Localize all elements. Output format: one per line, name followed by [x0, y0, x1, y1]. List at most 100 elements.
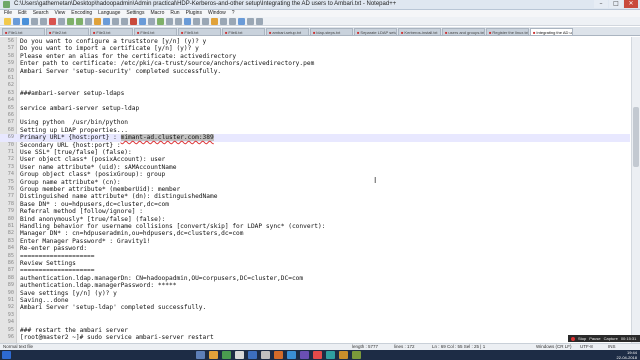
- editor-line[interactable]: 94: [0, 319, 630, 326]
- menu-item[interactable]: Encoding: [71, 10, 92, 17]
- editor-line[interactable]: 75 Group name attribute* (cn):: [0, 179, 630, 186]
- editor-line[interactable]: 63 ###ambari-server setup-ldaps: [0, 90, 630, 97]
- editor-line[interactable]: 80 Bind anonymously* [true/false] (false)…: [0, 216, 630, 223]
- toolbar-button[interactable]: [220, 18, 227, 25]
- file-tab[interactable]: ■Integrating the AD users to Ambari.txt: [530, 28, 573, 35]
- menu-item[interactable]: Run: [170, 10, 179, 17]
- file-tab[interactable]: ■Kerberos-install.txt: [398, 28, 441, 35]
- app-icon[interactable]: [261, 351, 270, 359]
- editor-line[interactable]: 71 Use SSL* [true/false] (false):: [0, 149, 630, 156]
- toolbar-button[interactable]: [121, 18, 128, 25]
- toolbar-button[interactable]: [148, 18, 155, 25]
- toolbar-button[interactable]: [166, 18, 173, 25]
- toolbar-button[interactable]: [103, 18, 110, 25]
- editor-line[interactable]: 95 ### restart the ambari server: [0, 327, 630, 334]
- menu-item[interactable]: Settings: [126, 10, 144, 17]
- toolbar-button[interactable]: [202, 18, 209, 25]
- toolbar-button[interactable]: [256, 18, 263, 25]
- toolbar-button[interactable]: [193, 18, 200, 25]
- menu-item[interactable]: Search: [33, 10, 49, 17]
- file-tab[interactable]: ■File4.txt: [134, 28, 177, 35]
- app-icon[interactable]: [235, 351, 244, 359]
- toolbar-button[interactable]: [58, 18, 65, 25]
- toolbar-button[interactable]: [67, 18, 74, 25]
- close-button[interactable]: ✕: [624, 0, 638, 8]
- editor-line[interactable]: 57 Do you want to import a certificate [y…: [0, 45, 630, 52]
- file-tab[interactable]: ■File5.txt: [178, 28, 221, 35]
- editor-line[interactable]: 88 authentication.ldap.managerDn: CN=hado…: [0, 275, 630, 282]
- app-icon[interactable]: [300, 351, 309, 359]
- editor-line[interactable]: 82 Manager DN* : cn=hdpuseradmin,ou=hdpus…: [0, 230, 630, 237]
- toolbar-button[interactable]: [238, 18, 245, 25]
- file-tab[interactable]: ■File3.txt: [90, 28, 133, 35]
- toolbar-button[interactable]: [94, 18, 101, 25]
- editor-line[interactable]: 89 authentication.ldap.managerPassword: *…: [0, 282, 630, 289]
- pause-button[interactable]: Pause: [589, 335, 600, 342]
- app-icon[interactable]: [313, 351, 322, 359]
- editor-line[interactable]: 66: [0, 112, 630, 119]
- maximize-button[interactable]: □: [609, 0, 623, 8]
- menu-item[interactable]: Edit: [18, 10, 27, 17]
- app-icon[interactable]: [326, 351, 335, 359]
- menu-item[interactable]: Language: [98, 10, 120, 17]
- app-icon[interactable]: [274, 351, 283, 359]
- menu-item[interactable]: Window: [208, 10, 226, 17]
- editor-line[interactable]: 65 service ambari-server setup-ldap: [0, 105, 630, 112]
- editor-line[interactable]: 86 Review Settings: [0, 260, 630, 267]
- toolbar-button[interactable]: [22, 18, 29, 25]
- toolbar-button[interactable]: [211, 18, 218, 25]
- menu-item[interactable]: Plugins: [186, 10, 202, 17]
- editor-line[interactable]: 92 Ambari Server 'setup-ldap' completed s…: [0, 304, 630, 311]
- editor-line[interactable]: 70 Secondary URL {host:port} :: [0, 142, 630, 149]
- toolbar-button[interactable]: [184, 18, 191, 25]
- editor-line[interactable]: 67 Using python /usr/bin/python: [0, 119, 630, 126]
- editor-line[interactable]: 74 Group object class* (posixGroup): grou…: [0, 171, 630, 178]
- toolbar-button[interactable]: [13, 18, 20, 25]
- start-button[interactable]: [2, 351, 11, 359]
- editor-line[interactable]: 85 ====================: [0, 253, 630, 260]
- editor-line[interactable]: 77 Distinguished name attribute* (dn): di…: [0, 193, 630, 200]
- editor-line[interactable]: 96 [root@master2 ~]# sudo service ambari-…: [0, 334, 630, 341]
- explorer-icon[interactable]: [196, 351, 205, 359]
- editor-line[interactable]: 84 Re-enter password:: [0, 245, 630, 252]
- minimize-button[interactable]: –: [594, 0, 608, 8]
- app-icon[interactable]: [287, 351, 296, 359]
- editor-line[interactable]: 76 Group member attribute* (memberUid): m…: [0, 186, 630, 193]
- editor-line[interactable]: 64: [0, 97, 630, 104]
- file-tab[interactable]: ■File2.txt: [46, 28, 89, 35]
- scrollbar-thumb[interactable]: [633, 107, 639, 167]
- editor-line[interactable]: 69 Primary URL* {host:port} : mimant-ad.c…: [0, 134, 630, 142]
- capture-button[interactable]: Capture: [604, 335, 618, 342]
- folder-icon[interactable]: [209, 351, 218, 359]
- editor[interactable]: 56 Do you want to configure a truststore …: [0, 37, 640, 343]
- editor-line[interactable]: 68 Setting up LDAP properties...: [0, 127, 630, 134]
- editor-line[interactable]: 56 Do you want to configure a truststore …: [0, 38, 630, 45]
- file-tab[interactable]: ■users and groups.txt: [442, 28, 485, 35]
- toolbar-button[interactable]: [229, 18, 236, 25]
- toolbar-button[interactable]: [49, 18, 56, 25]
- editor-line[interactable]: 90 Save settings [y/n] (y)? y: [0, 290, 630, 297]
- menu-item[interactable]: File: [4, 10, 12, 17]
- toolbar-button[interactable]: [76, 18, 83, 25]
- system-clock[interactable]: 19:44 22-04-2018: [617, 350, 637, 360]
- editor-line[interactable]: 81 Handling behavior for username collisi…: [0, 223, 630, 230]
- file-tab[interactable]: ■ambari-setup.txt: [266, 28, 309, 35]
- editor-line[interactable]: 87 ====================: [0, 267, 630, 274]
- editor-line[interactable]: 62: [0, 82, 630, 89]
- toolbar-button[interactable]: [247, 18, 254, 25]
- editor-line[interactable]: 60 Ambari Server 'setup-security' complet…: [0, 68, 630, 75]
- toolbar-button[interactable]: [139, 18, 146, 25]
- editor-line[interactable]: 72 User object class* (posixAccount): use…: [0, 156, 630, 163]
- editor-line[interactable]: 78 Base DN* : ou=hdpusers,dc=cluster,dc=c…: [0, 201, 630, 208]
- file-tab[interactable]: ■Separate LDAP setup.txt: [354, 28, 397, 35]
- file-tab[interactable]: ■Register the linux.txt: [486, 28, 529, 35]
- app-icon[interactable]: [339, 351, 348, 359]
- menu-item[interactable]: View: [55, 10, 66, 17]
- editor-line[interactable]: 73 User name attribute* (uid): sAMAccount…: [0, 164, 630, 171]
- editor-line[interactable]: 91 Saving...done: [0, 297, 630, 304]
- toolbar-button[interactable]: [112, 18, 119, 25]
- app-icon[interactable]: [352, 351, 361, 359]
- editor-line[interactable]: 58 Please enter an alias for the certific…: [0, 53, 630, 60]
- toolbar-button[interactable]: [40, 18, 47, 25]
- toolbar-button[interactable]: [130, 18, 137, 25]
